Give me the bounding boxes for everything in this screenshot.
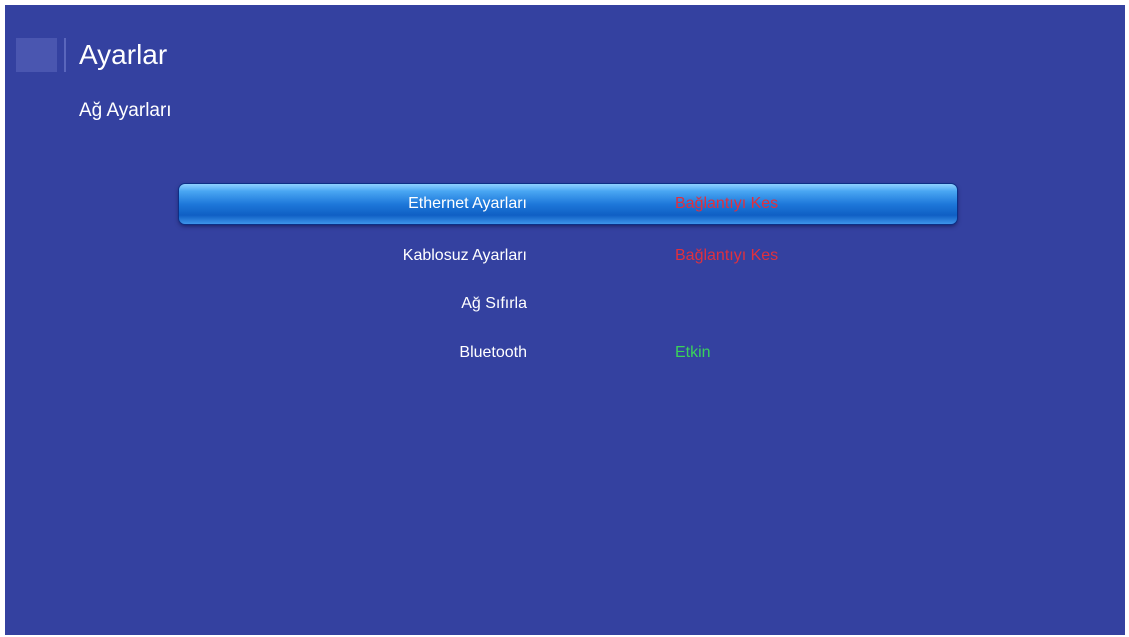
- menu-item-status: Bağlantıyı Kes: [675, 247, 779, 264]
- menu-item-status: Bağlantıyı Kes: [675, 195, 779, 212]
- menu-item-label: Ağ Sıfırla: [461, 295, 527, 312]
- menu-item-label: Ethernet Ayarları: [408, 195, 527, 212]
- menu-item-label: Bluetooth: [459, 344, 527, 361]
- menu-item-bluetooth[interactable]: Bluetooth Etkin: [179, 333, 957, 373]
- menu-item-wireless-settings[interactable]: Kablosuz Ayarları Bağlantıyı Kes: [179, 236, 957, 276]
- menu-item-network-reset[interactable]: Ağ Sıfırla: [179, 284, 957, 324]
- menu-item-ethernet-settings[interactable]: Ethernet Ayarları Bağlantıyı Kes: [179, 184, 957, 224]
- menu-item-label: Kablosuz Ayarları: [402, 247, 527, 264]
- settings-menu: Ethernet Ayarları Bağlantıyı Kes Kablosu…: [5, 5, 1125, 635]
- menu-item-status: Etkin: [675, 344, 711, 361]
- tv-screen: Ayarlar Ağ Ayarları Ethernet Ayarları Ba…: [5, 5, 1125, 635]
